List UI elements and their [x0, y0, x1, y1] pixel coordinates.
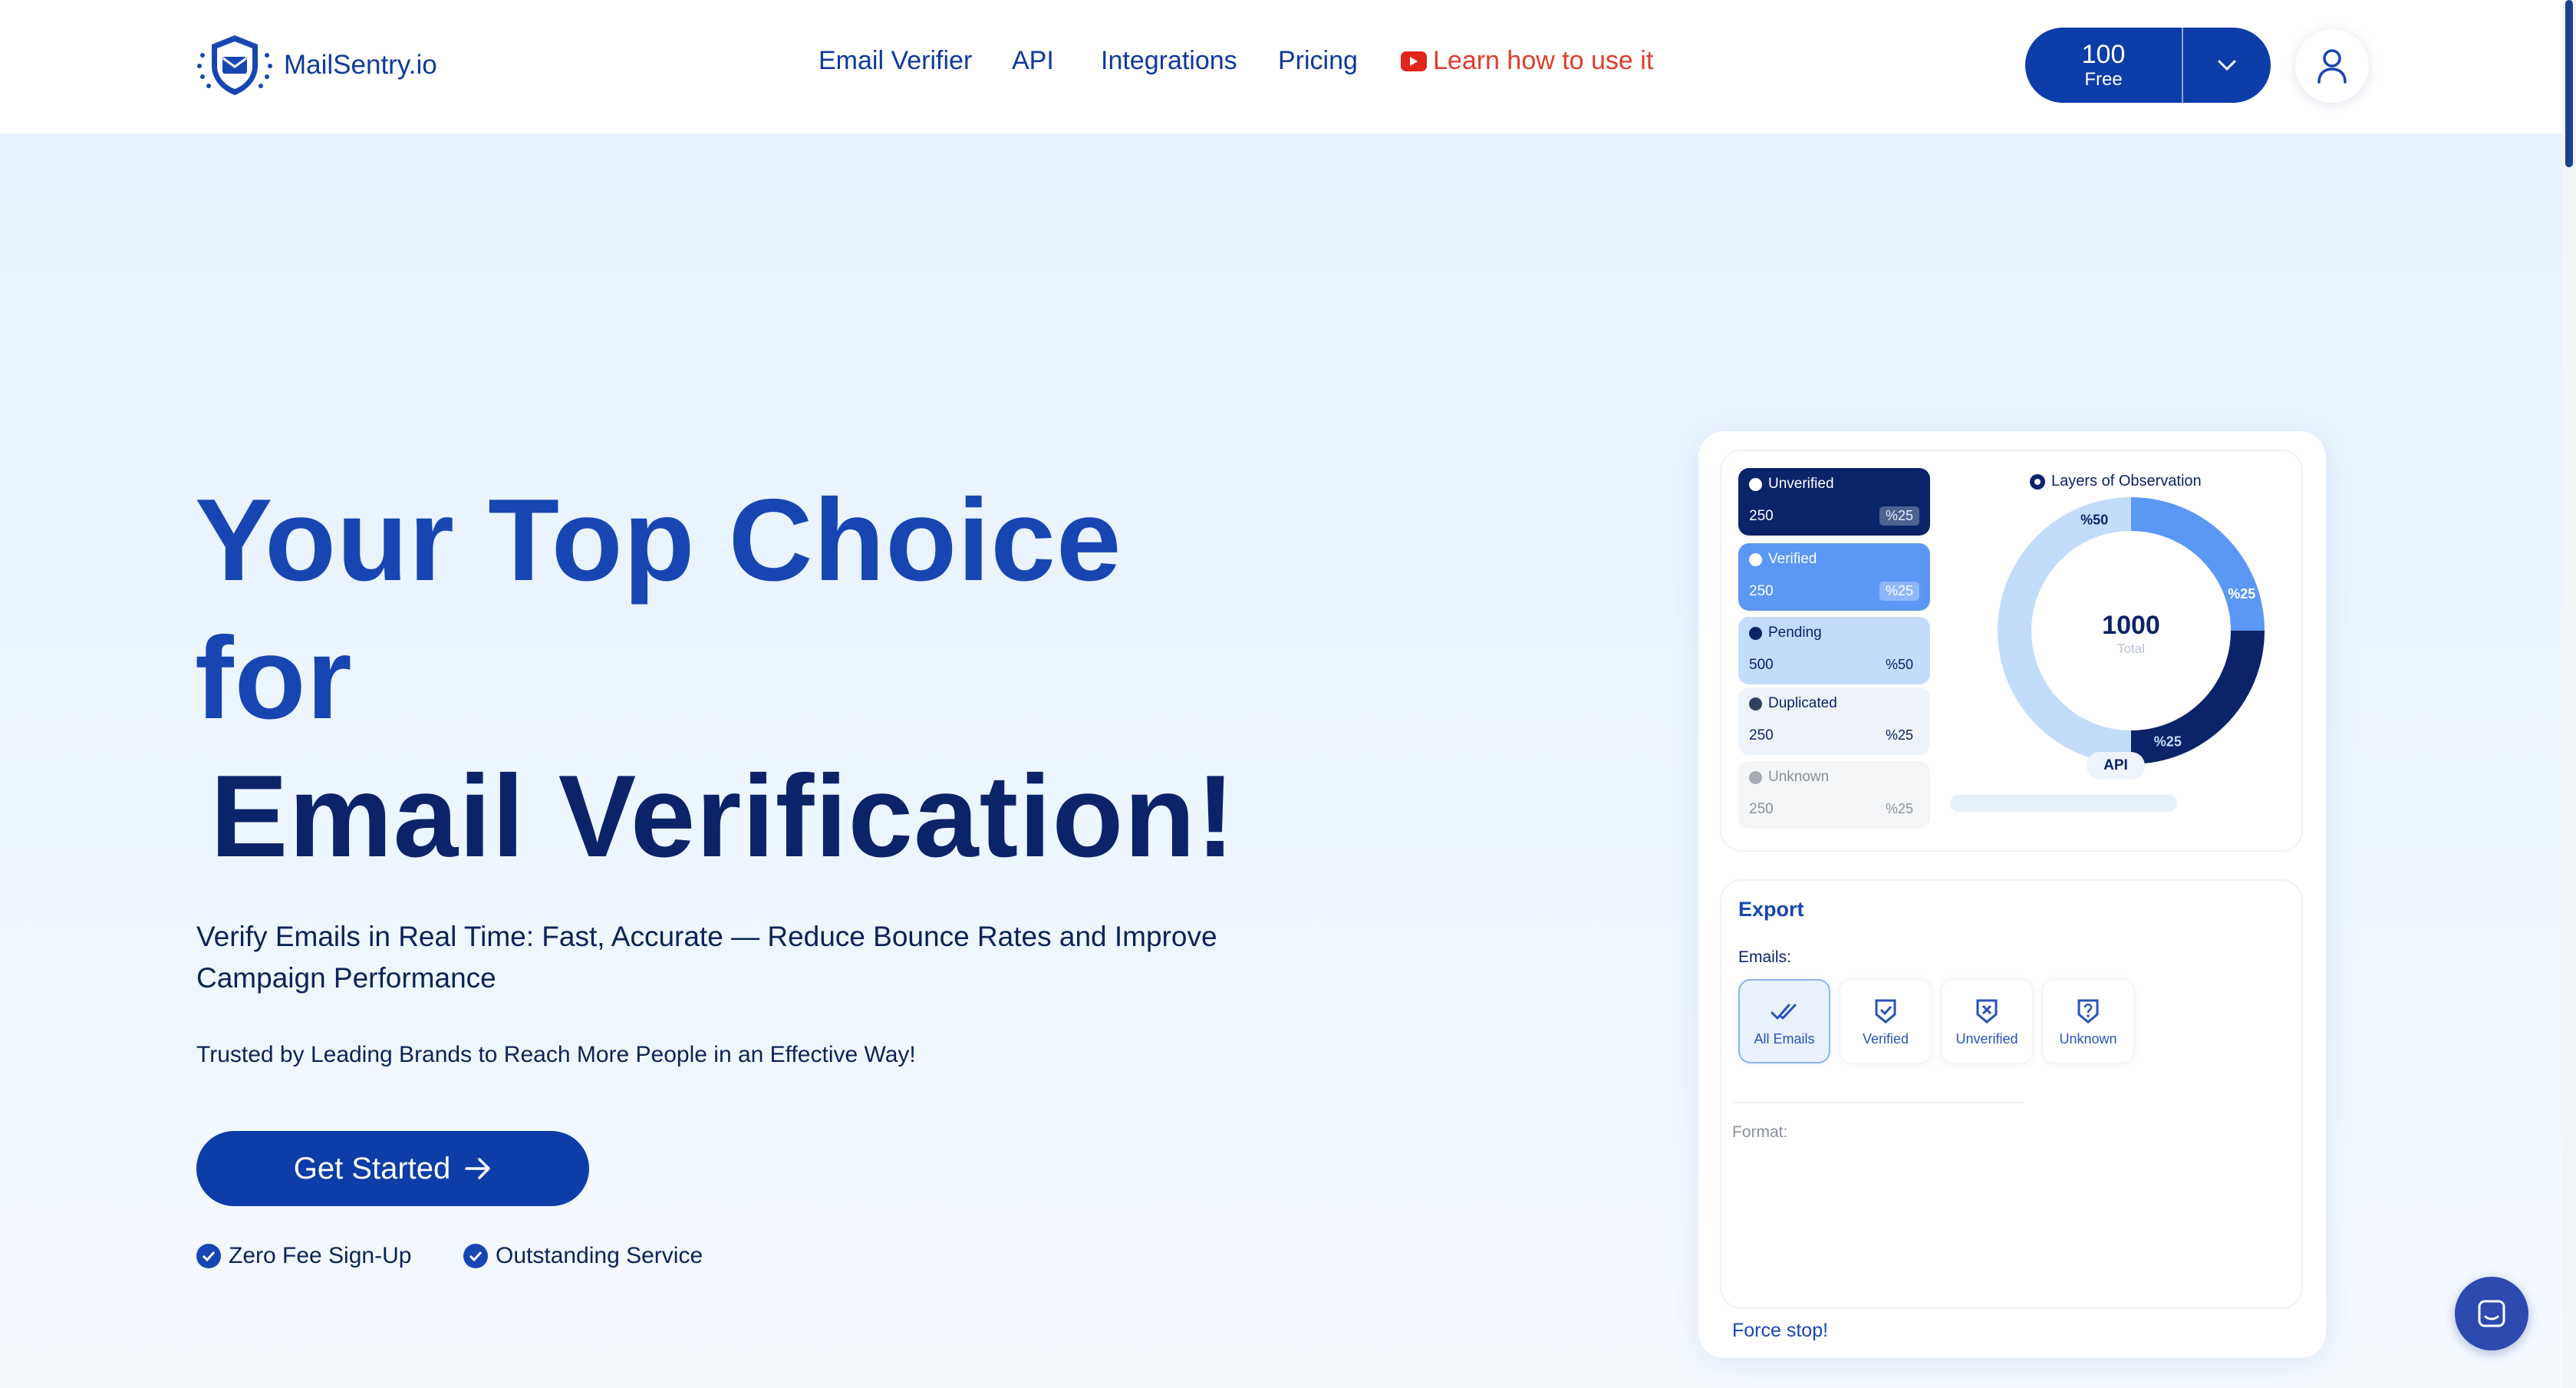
- feature-label: Zero Fee Sign-Up: [229, 1243, 412, 1268]
- filter-verified[interactable]: Verified: [1840, 979, 1932, 1063]
- credits-dropdown[interactable]: 100 Free: [2025, 28, 2271, 103]
- stat-count: 500: [1749, 656, 1774, 673]
- status-dot-icon: [1749, 770, 1762, 784]
- observation-donut-chart: 1000 Total %25 %25 %50: [1998, 497, 2265, 764]
- stat-percent: %25: [1885, 801, 1913, 816]
- format-label: Format:: [1732, 1123, 1788, 1141]
- stat-unverified: Unverified 250 %25: [1738, 468, 1930, 536]
- user-account-button[interactable]: [2295, 29, 2369, 103]
- credits-plan-label: Free: [2084, 69, 2123, 90]
- trusted-tagline: Trusted by Leading Brands to Reach More …: [196, 1042, 916, 1067]
- stat-name: Unverified: [1768, 476, 1834, 492]
- headline-line-1: Your Top Choice: [195, 475, 1122, 605]
- stat-pending: Pending 500 %50: [1738, 617, 1930, 684]
- stat-unknown: Unknown 250 %25: [1738, 761, 1930, 829]
- stat-count: 250: [1749, 582, 1774, 599]
- status-dot-icon: [1749, 552, 1762, 566]
- nav-email-verifier[interactable]: Email Verifier: [819, 46, 972, 76]
- stat-name: Unknown: [1768, 769, 1830, 785]
- loading-placeholder-bar: [1950, 795, 2177, 812]
- stat-count: 250: [1749, 800, 1774, 817]
- nav-api[interactable]: API: [1012, 46, 1054, 76]
- force-stop-link[interactable]: Force stop!: [1732, 1320, 1828, 1342]
- stat-duplicated: Duplicated 250 %25: [1738, 687, 1930, 755]
- status-dot-icon: [1749, 697, 1762, 710]
- chat-icon: [2478, 1300, 2505, 1327]
- donut-total: 1000: [2102, 611, 2160, 640]
- observation-title: Layers of Observation: [2030, 473, 2202, 490]
- stat-percent: %25: [1879, 582, 1919, 601]
- headline-line-2: for: [195, 613, 353, 743]
- stat-percent: %25: [1885, 727, 1913, 743]
- credits-dropdown-toggle[interactable]: [2183, 28, 2271, 103]
- filter-label: All Emails: [1754, 1030, 1815, 1047]
- chevron-down-icon: [2218, 60, 2236, 71]
- check-icon: [463, 1244, 488, 1268]
- arrow-right-icon: [465, 1158, 491, 1179]
- divider: [1732, 1102, 2024, 1103]
- feature-label: Outstanding Service: [496, 1243, 703, 1268]
- shield-question-icon: [2077, 999, 2099, 1024]
- emails-label: Emails:: [1738, 948, 1791, 966]
- donut-label-1: %25: [2154, 734, 2182, 749]
- feature-zero-fee: Zero Fee Sign-Up: [196, 1243, 411, 1269]
- filter-label: Unknown: [2059, 1030, 2117, 1047]
- hero-headline: Your Top Choice for Email Verification!: [195, 471, 1236, 885]
- user-icon: [2317, 49, 2347, 84]
- stat-count: 250: [1749, 727, 1774, 743]
- headline-line-3: Email Verification!: [210, 751, 1236, 882]
- filter-label: Verified: [1862, 1030, 1909, 1047]
- shield-x-icon: [1976, 999, 1998, 1024]
- stat-name: Verified: [1768, 551, 1817, 567]
- tutorial-link-label: Learn how to use it: [1433, 46, 1654, 75]
- scrollbar-thumb[interactable]: [2565, 0, 2573, 167]
- target-icon: [2030, 473, 2045, 490]
- nav-integrations[interactable]: Integrations: [1101, 46, 1237, 76]
- donut-label-2: %50: [2080, 513, 2108, 528]
- donut-label-0: %25: [2228, 586, 2255, 602]
- stat-count: 250: [1749, 507, 1774, 524]
- stats-panel: Unverified 250 %25 Verified 250 %25 Pendin…: [1720, 450, 2303, 852]
- credits-count: 100: [2081, 40, 2126, 69]
- export-title: Export: [1738, 898, 1804, 921]
- observation-title-text: Layers of Observation: [2051, 473, 2202, 490]
- donut-total-label: Total: [2117, 641, 2145, 656]
- page-scrollbar[interactable]: [2562, 0, 2576, 1388]
- site-header: MailSentry.io Email Verifier API Integra…: [0, 0, 2562, 134]
- credits-balance[interactable]: 100 Free: [2025, 28, 2183, 103]
- get-started-label: Get Started: [293, 1151, 451, 1185]
- double-check-icon: [1771, 1004, 1797, 1019]
- stat-percent: %50: [1885, 657, 1913, 672]
- stat-percent: %25: [1879, 506, 1919, 526]
- get-started-button[interactable]: Get Started: [196, 1131, 589, 1206]
- filter-unknown[interactable]: Unknown: [2042, 979, 2134, 1063]
- stat-name: Duplicated: [1768, 695, 1837, 711]
- stat-name: Pending: [1768, 625, 1822, 641]
- dashboard-preview-card: Unverified 250 %25 Verified 250 %25 Pendin…: [1698, 431, 2326, 1358]
- filter-all-emails[interactable]: All Emails: [1738, 979, 1830, 1063]
- nav-tutorial-link[interactable]: Learn how to use it: [1401, 46, 1653, 76]
- status-dot-icon: [1749, 477, 1762, 491]
- check-icon: [196, 1244, 221, 1268]
- feature-outstanding-service: Outstanding Service: [463, 1243, 703, 1269]
- shield-check-icon: [1875, 999, 1896, 1024]
- api-badge: API: [2087, 752, 2145, 780]
- filter-label: Unverified: [1955, 1030, 2018, 1047]
- hero-subheading: Verify Emails in Real Time: Fast, Accura…: [196, 921, 1217, 994]
- filter-unverified[interactable]: Unverified: [1941, 979, 2033, 1063]
- live-chat-button[interactable]: [2455, 1277, 2528, 1350]
- stat-verified: Verified 250 %25: [1738, 543, 1930, 611]
- status-dot-icon: [1749, 626, 1762, 640]
- youtube-icon: [1401, 51, 1427, 71]
- export-panel: Export Emails: All Emails Verified Unver…: [1720, 879, 2303, 1309]
- nav-pricing[interactable]: Pricing: [1278, 46, 1358, 76]
